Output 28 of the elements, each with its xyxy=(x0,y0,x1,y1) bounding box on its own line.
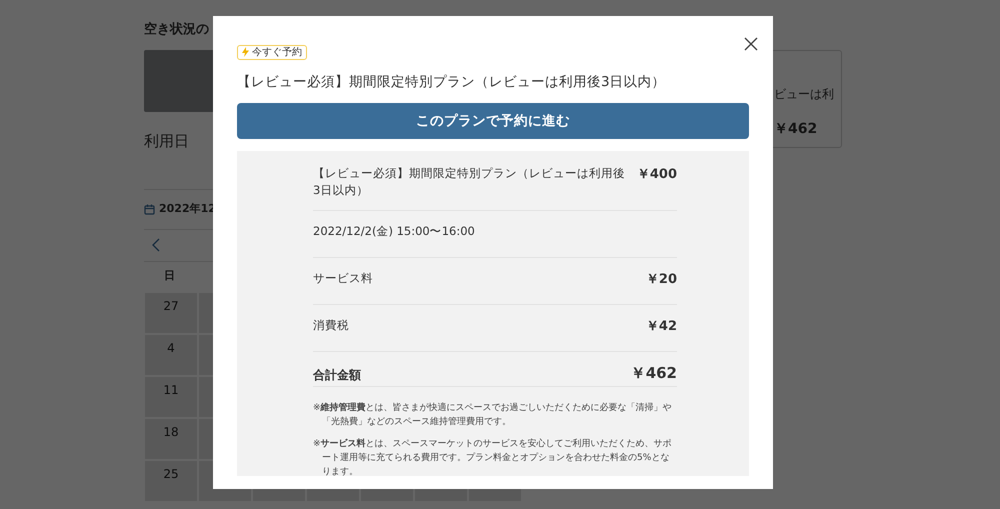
total-label: 合計金額 xyxy=(313,367,361,384)
calendar-cell: 18 xyxy=(144,418,198,460)
badge-label: 今すぐ予約 xyxy=(252,46,302,60)
line-item-amount: ￥400 xyxy=(636,166,677,184)
weekday-header: 日 xyxy=(164,268,175,284)
plan-snippet: ビューは利 xyxy=(774,86,835,103)
calendar-cell: 27 xyxy=(144,292,198,334)
previous-icon[interactable] xyxy=(152,238,160,252)
book-button[interactable]: このプランで予約に進む xyxy=(237,103,749,139)
plan-title: 【レビュー必須】期間限定特別プラン（レビューは利用後3日以内） xyxy=(237,73,667,91)
calendar-icon xyxy=(144,204,155,214)
line-item-amount: ￥20 xyxy=(646,270,677,288)
line-item-label: 2022/12/2(金) 15:00〜16:00 xyxy=(313,222,475,240)
line-item-amount: ￥42 xyxy=(646,318,677,336)
lightning-icon xyxy=(242,47,249,57)
line-item-label: サービス料 xyxy=(313,270,373,286)
calendar-cell: 4 xyxy=(144,334,198,376)
total-price: ￥462 xyxy=(774,120,818,139)
calendar-cell: 11 xyxy=(144,376,198,418)
close-icon xyxy=(744,36,758,51)
line-item-label: 消費税 xyxy=(313,316,349,334)
footnote: ※サービス料とは、スペースマーケットのサービスを安心してご利用いただくため、サポート運用等に充てられる費用です。プラン料金とオプションを合わせた料金の5%となります。 xyxy=(313,437,673,479)
footnote: ※維持管理費とは、皆さまが快適にスペースでお過ごしいただくために必要な「清掃」や「光熱費」などのスペース維持管理費用です。 xyxy=(313,401,673,429)
total-amount: ￥462 xyxy=(630,362,677,384)
calendar-cell: 25 xyxy=(144,460,198,502)
line-item-label: 【レビュー必須】期間限定特別プラン（レビューは利用後3日以内） xyxy=(313,165,626,200)
date-label: 利用日 xyxy=(144,131,190,152)
section-heading: 空き状況の xyxy=(144,20,210,39)
